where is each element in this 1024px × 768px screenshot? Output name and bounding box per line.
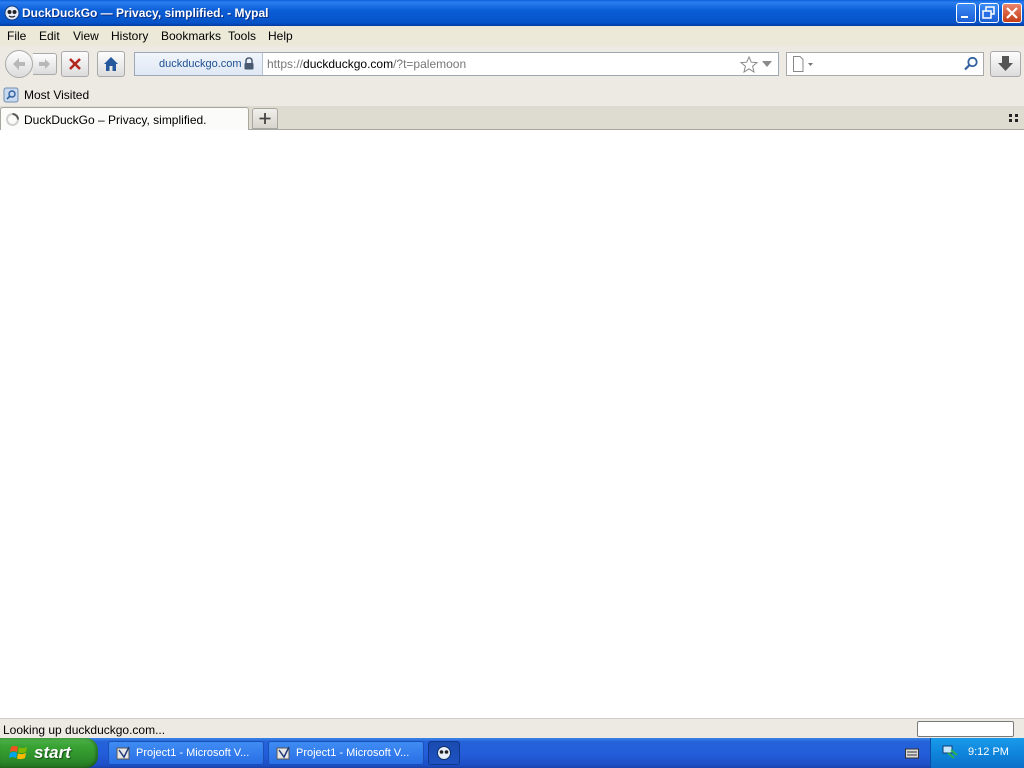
- menu-edit[interactable]: Edit: [39, 29, 60, 43]
- stop-button[interactable]: [61, 51, 89, 77]
- menu-file[interactable]: File: [7, 29, 26, 43]
- menu-history[interactable]: History: [111, 29, 148, 43]
- keyboard-icon[interactable]: [905, 747, 919, 759]
- url-domain: duckduckgo.com: [303, 57, 394, 71]
- start-button[interactable]: start: [0, 738, 98, 768]
- url-path: /?t=palemoon: [393, 57, 467, 71]
- loading-spinner-icon: [6, 113, 19, 126]
- url-scheme: https://: [267, 57, 304, 71]
- taskbar: start Project1 - Microsoft V... Project1…: [0, 738, 1024, 768]
- back-button[interactable]: [5, 50, 33, 78]
- tab-active[interactable]: DuckDuckGo – Privacy, simplified.: [0, 107, 249, 130]
- start-label: start: [34, 743, 71, 762]
- menu-bar: File Edit View History Bookmarks Tools H…: [0, 26, 1024, 46]
- search-engine-icon[interactable]: [792, 56, 814, 72]
- navigation-toolbar: duckduckgo.com https://duckduckgo.com/?t…: [0, 46, 1024, 84]
- search-input[interactable]: [819, 57, 959, 71]
- tab-strip: DuckDuckGo – Privacy, simplified.: [0, 106, 1024, 130]
- url-history-dropdown-icon[interactable]: [762, 61, 772, 68]
- bookmark-label: Most Visited: [24, 88, 90, 102]
- menu-view[interactable]: View: [73, 29, 99, 43]
- taskbar-item-mypal[interactable]: [428, 741, 460, 765]
- menu-bookmarks[interactable]: Bookmarks: [161, 29, 221, 43]
- network-icon[interactable]: [942, 744, 958, 760]
- status-text: Looking up duckduckgo.com...: [3, 723, 166, 737]
- site-identity-label: duckduckgo.com: [159, 58, 242, 70]
- bookmarks-toolbar: Most Visited: [0, 84, 1024, 106]
- status-bar: Looking up duckduckgo.com...: [0, 718, 1024, 738]
- forward-button[interactable]: [33, 53, 57, 75]
- restore-icon: [982, 6, 995, 19]
- page-content-area[interactable]: [0, 130, 1024, 718]
- restore-button[interactable]: [979, 3, 999, 23]
- tab-title: DuckDuckGo – Privacy, simplified.: [24, 113, 207, 127]
- url-input[interactable]: https://duckduckgo.com/?t=palemoon: [267, 57, 466, 71]
- mypal-logo-icon: [437, 746, 451, 760]
- download-arrow-icon: [998, 56, 1013, 71]
- taskbar-item-label: Project1 - Microsoft V...: [136, 747, 250, 759]
- minimize-icon: [961, 16, 968, 18]
- new-tab-button[interactable]: [252, 108, 278, 129]
- bookmark-star-icon[interactable]: [740, 56, 758, 73]
- taskbar-item-project1-b[interactable]: Project1 - Microsoft V...: [268, 741, 424, 765]
- search-bar[interactable]: [786, 52, 984, 76]
- visual-basic-icon: [276, 746, 290, 760]
- stop-icon: [69, 58, 81, 70]
- folder-search-icon: [3, 87, 19, 103]
- home-icon: [104, 57, 118, 71]
- close-icon: [1006, 7, 1018, 19]
- mypal-logo-icon: [4, 5, 20, 21]
- close-button[interactable]: [1002, 3, 1022, 23]
- lock-icon: [244, 57, 254, 70]
- visual-basic-icon: [116, 746, 130, 760]
- taskbar-item-label: Project1 - Microsoft V...: [296, 747, 410, 759]
- windows-flag-icon: [9, 746, 27, 760]
- tab-list-grid-icon[interactable]: [1008, 113, 1020, 123]
- back-forward-group: [5, 50, 57, 78]
- home-button[interactable]: [97, 51, 125, 77]
- status-progress-box: [917, 721, 1014, 737]
- bookmark-most-visited[interactable]: Most Visited: [3, 86, 93, 104]
- plus-icon: [259, 113, 271, 124]
- system-tray: 9:12 PM: [930, 738, 1024, 768]
- window-title: DuckDuckGo — Privacy, simplified. - Mypa…: [22, 6, 269, 20]
- search-icon[interactable]: [963, 56, 979, 72]
- minimize-button[interactable]: [956, 3, 976, 23]
- menu-help[interactable]: Help: [268, 29, 293, 43]
- url-bar[interactable]: duckduckgo.com https://duckduckgo.com/?t…: [134, 52, 779, 76]
- downloads-button[interactable]: [990, 51, 1021, 77]
- back-arrow-icon: [13, 58, 25, 70]
- site-identity-button[interactable]: duckduckgo.com: [135, 53, 263, 75]
- forward-arrow-icon: [39, 59, 50, 69]
- menu-tools[interactable]: Tools: [228, 29, 256, 43]
- title-bar[interactable]: DuckDuckGo — Privacy, simplified. - Mypa…: [0, 0, 1024, 26]
- taskbar-item-project1-a[interactable]: Project1 - Microsoft V...: [108, 741, 264, 765]
- clock[interactable]: 9:12 PM: [968, 746, 1009, 758]
